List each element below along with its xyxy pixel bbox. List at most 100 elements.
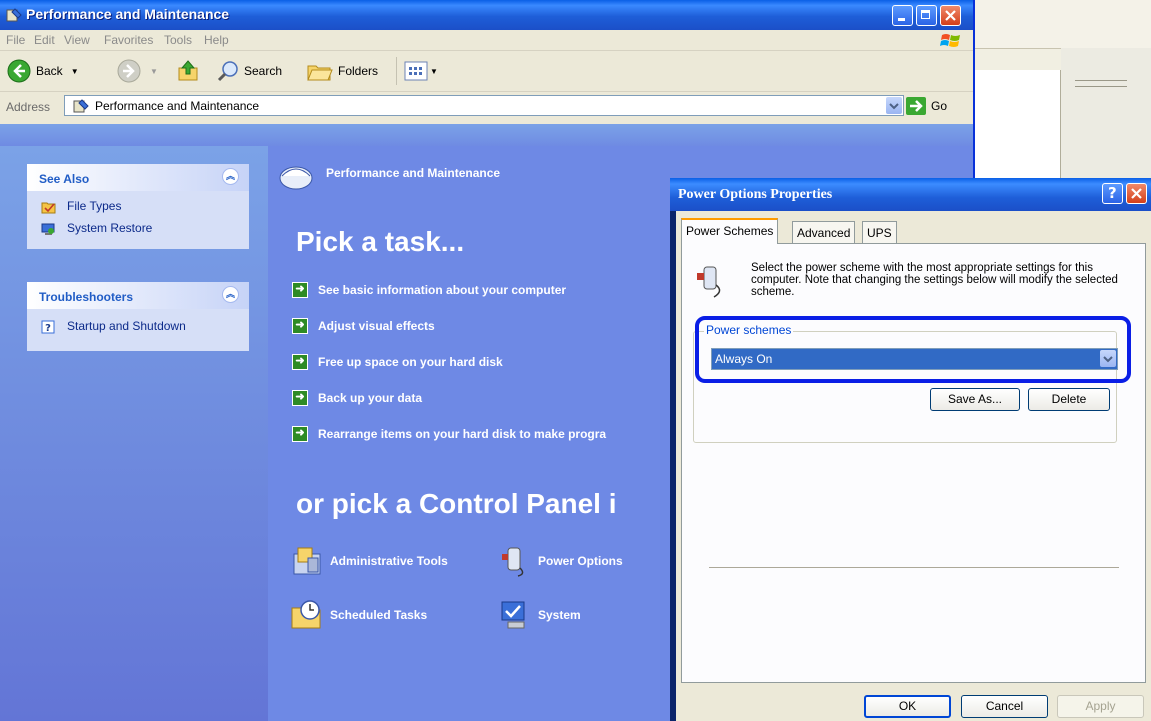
power-options-dialog: Power Options Properties ? Power Schemes… (670, 178, 1151, 721)
dialog-body: Power Schemes Advanced UPS Select the po… (676, 211, 1151, 721)
task-link[interactable]: ➜ See basic information about your compu… (292, 280, 566, 300)
green-arrow-icon: ➜ (292, 354, 308, 370)
task-label: Rearrange items on your hard disk to mak… (318, 427, 607, 441)
back-label: Back (36, 64, 63, 78)
background-divider (1075, 80, 1127, 81)
apply-button[interactable]: Apply (1057, 695, 1144, 718)
forward-dropdown-icon[interactable]: ▼ (150, 67, 158, 76)
system-restore-label: System Restore (67, 221, 153, 235)
ok-button[interactable]: OK (864, 695, 951, 718)
tab-power-schemes[interactable]: Power Schemes (681, 218, 779, 244)
tab-advanced[interactable]: Advanced (792, 221, 856, 243)
standard-toolbar: Back ▼ ▼ Search Folders ▼ (0, 51, 973, 92)
pick-control-panel-heading: or pick a Control Panel i (296, 488, 617, 519)
views-button[interactable]: ▼ (404, 57, 438, 85)
collapse-chevron-icon[interactable]: ︽ (222, 168, 239, 185)
forward-arrow-icon (117, 59, 141, 83)
go-label: Go (931, 99, 948, 113)
background-window-toolbar (975, 0, 1151, 49)
menu-favorites[interactable]: Favorites (104, 33, 153, 47)
window-title: Performance and Maintenance (26, 6, 230, 22)
cp-item-power-options[interactable]: Power Options (498, 544, 623, 578)
selected-scheme: Always On (715, 352, 773, 366)
maximize-button[interactable] (916, 5, 937, 26)
close-icon (945, 10, 956, 21)
task-link[interactable]: ➜ Rearrange items on your hard disk to m… (292, 424, 606, 444)
menu-file[interactable]: File (6, 33, 25, 47)
menu-help[interactable]: Help (204, 33, 229, 47)
help-icon: ? (1108, 184, 1117, 202)
minimize-button[interactable] (892, 5, 913, 26)
menu-view[interactable]: View (64, 33, 90, 47)
maximize-icon (921, 10, 930, 19)
see-also-header[interactable]: See Also ︽ (27, 164, 249, 191)
windows-logo-icon (940, 34, 960, 47)
address-label: Address (6, 100, 51, 114)
tab-ups[interactable]: UPS (862, 221, 897, 243)
see-also-item-system-restore[interactable]: System Restore (27, 219, 249, 241)
scheme-description: Select the power scheme with the most ap… (751, 262, 1118, 298)
green-arrow-icon: ➜ (292, 390, 308, 406)
search-button[interactable]: Search (216, 57, 282, 85)
section-title: Performance and Maintenance (326, 166, 501, 180)
cancel-button[interactable]: Cancel (961, 695, 1048, 718)
startup-shutdown-label: Startup and Shutdown (67, 319, 186, 333)
see-also-box: See Also ︽ File Types System Restore (27, 164, 249, 249)
task-pane: See Also ︽ File Types System Restore Tro… (0, 146, 268, 721)
search-label: Search (244, 64, 283, 78)
menu-tools[interactable]: Tools (164, 33, 192, 47)
administrative-tools-icon (293, 547, 321, 575)
scheduled-tasks-icon (291, 600, 321, 629)
dialog-close-button[interactable] (1126, 183, 1147, 204)
views-dropdown-icon[interactable]: ▼ (430, 67, 438, 76)
close-button[interactable] (940, 5, 961, 26)
collapse-chevron-icon[interactable]: ︽ (222, 286, 239, 303)
go-button[interactable]: Go (906, 97, 947, 115)
system-icon (501, 601, 525, 629)
forward-button[interactable]: ▼ (116, 57, 158, 85)
menu-edit[interactable]: Edit (34, 33, 55, 47)
folders-icon (307, 65, 333, 81)
save-as-button[interactable]: Save As... (930, 388, 1020, 411)
task-label: Adjust visual effects (318, 319, 435, 333)
troubleshooters-title: Troubleshooters (39, 290, 134, 304)
cp-item-system[interactable]: System (498, 598, 581, 632)
system-restore-icon (41, 223, 55, 235)
up-folder-icon (178, 60, 198, 81)
address-field[interactable]: Performance and Maintenance (64, 95, 904, 116)
explorer-titlebar[interactable]: Performance and Maintenance (0, 0, 973, 30)
dialog-titlebar[interactable]: Power Options Properties ? (670, 178, 1151, 211)
folders-button[interactable]: Folders (306, 57, 378, 85)
search-icon (217, 61, 238, 82)
back-button[interactable]: Back ▼ (6, 57, 79, 85)
task-label: See basic information about your compute… (318, 283, 567, 297)
troubleshooter-startup-shutdown[interactable]: ? Startup and Shutdown (27, 317, 249, 339)
green-arrow-icon: ➜ (292, 426, 308, 442)
power-schemes-label: Power schemes (704, 323, 794, 337)
power-plug-icon (697, 266, 721, 298)
chevron-down-icon (889, 103, 899, 110)
control-panel-small-icon (73, 99, 89, 113)
address-dropdown-button[interactable] (886, 97, 902, 114)
troubleshooters-header[interactable]: Troubleshooters ︽ (27, 282, 249, 309)
views-icon (404, 61, 428, 81)
close-icon (1131, 188, 1142, 199)
task-link[interactable]: ➜ Free up space on your hard disk (292, 352, 503, 372)
see-also-item-file-types[interactable]: File Types (27, 197, 249, 219)
file-types-icon (41, 202, 56, 214)
back-dropdown-icon[interactable]: ▼ (71, 67, 79, 76)
green-arrow-icon: ➜ (292, 318, 308, 334)
up-folder-button[interactable] (176, 57, 202, 85)
task-link[interactable]: ➜ Back up your data (292, 388, 422, 408)
delete-button[interactable]: Delete (1028, 388, 1110, 411)
scheme-dropdown-button[interactable] (1100, 350, 1116, 367)
cp-item-administrative-tools[interactable]: Administrative Tools (290, 544, 448, 578)
help-button[interactable]: ? (1102, 183, 1123, 204)
power-scheme-select[interactable]: Always On (711, 348, 1118, 370)
address-value: Performance and Maintenance (95, 99, 260, 113)
task-link[interactable]: ➜ Adjust visual effects (292, 316, 435, 336)
troubleshooters-box: Troubleshooters ︽ ? Startup and Shutdown (27, 282, 249, 351)
address-bar: Address Performance and Maintenance Go (0, 92, 973, 122)
go-arrow-icon (906, 97, 926, 115)
cp-item-scheduled-tasks[interactable]: Scheduled Tasks (290, 598, 427, 632)
